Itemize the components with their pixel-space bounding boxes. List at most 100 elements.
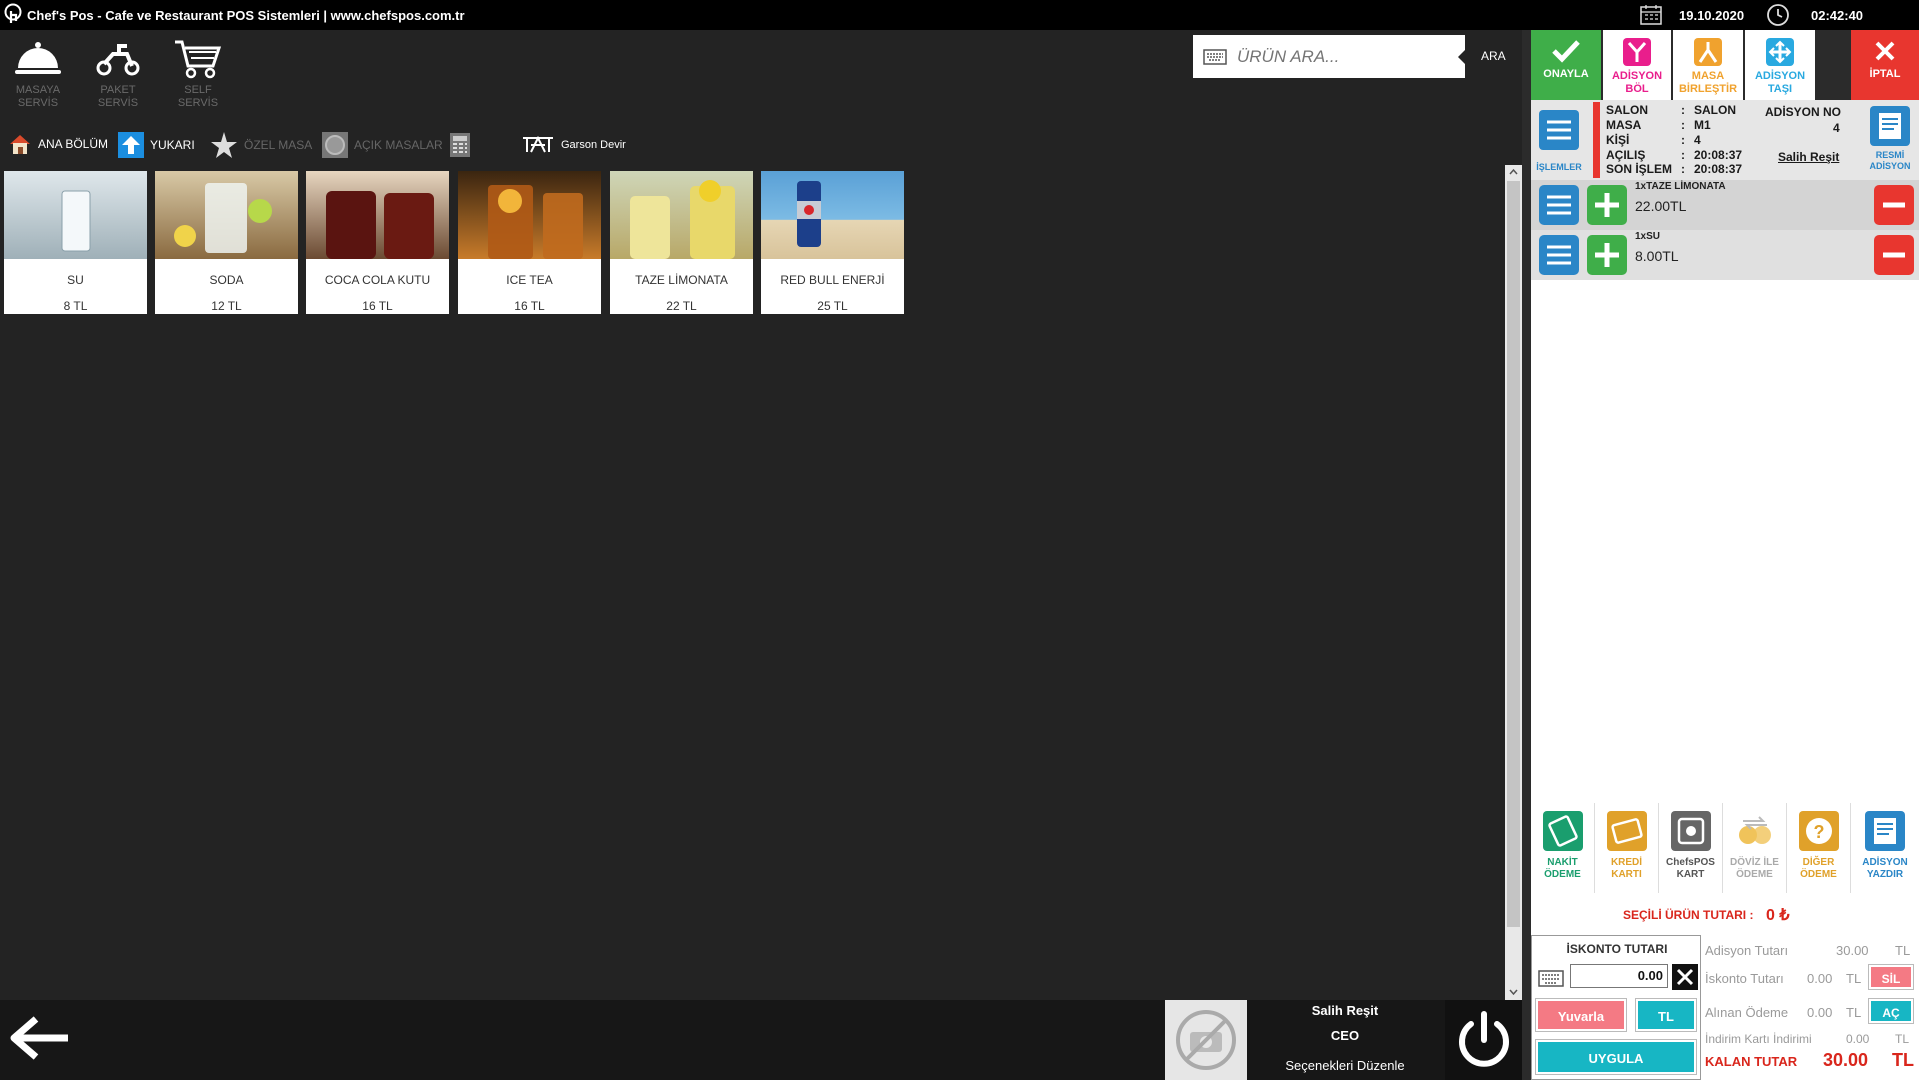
item-remove-button[interactable] xyxy=(1874,185,1914,225)
delete-discount-button[interactable]: SİL xyxy=(1869,965,1913,989)
currency-payment-button[interactable]: DÖVİZ İLE ÖDEME xyxy=(1723,803,1787,893)
product-card[interactable]: RED BULL ENERJİ 25 TL xyxy=(761,171,904,314)
item-add-button[interactable] xyxy=(1587,235,1627,275)
chefspos-card-label: ChefsPOS KART xyxy=(1666,857,1715,880)
arrow-up-icon xyxy=(118,132,144,158)
cancel-label: İPTAL xyxy=(1869,68,1901,80)
item-add-button[interactable] xyxy=(1587,185,1627,225)
power-button[interactable] xyxy=(1445,1000,1522,1080)
operations-label: İŞLEMLER xyxy=(1536,162,1582,172)
chefspos-card-button[interactable]: ChefsPOS KART xyxy=(1659,803,1723,893)
son-islem-key: SON İŞLEM xyxy=(1606,162,1673,176)
time-text: 02:42:40 xyxy=(1811,8,1864,23)
split-bill-button[interactable]: ADİSYON BÖL xyxy=(1603,30,1671,100)
user-name: Salih Reşit xyxy=(1311,1003,1379,1018)
discount-total-label: İskonto Tutarı xyxy=(1705,971,1784,986)
bill-total-value: 30.00 xyxy=(1836,943,1869,958)
acilis-value: 20:08:37 xyxy=(1694,148,1743,162)
open-payment-button[interactable]: AÇ xyxy=(1869,999,1913,1023)
item-menu-button[interactable] xyxy=(1539,235,1579,275)
search-input[interactable] xyxy=(1237,44,1452,70)
item-menu-button[interactable] xyxy=(1539,185,1579,225)
app-title: Chef's Pos - Cafe ve Restaurant POS Sist… xyxy=(27,8,465,23)
bill-total-label: Adisyon Tutarı xyxy=(1705,943,1789,958)
special-table-button[interactable]: ÖZEL MASA xyxy=(210,131,312,159)
waiter-transfer-button[interactable]: Garson Devir xyxy=(521,136,626,154)
cancel-button[interactable]: İPTAL xyxy=(1851,30,1919,100)
confirm-label: ONAYLA xyxy=(1543,68,1589,80)
search-box[interactable] xyxy=(1193,35,1465,78)
cash-payment-button[interactable]: NAKİT ÖDEME xyxy=(1531,803,1595,893)
product-name: SU xyxy=(67,273,84,287)
product-card[interactable]: SODA 12 TL xyxy=(155,171,298,314)
credit-card-button[interactable]: KREDİ KARTI xyxy=(1595,803,1659,893)
product-image xyxy=(4,171,147,259)
credit-card-label: KREDİ KARTI xyxy=(1610,857,1643,880)
operations-button[interactable]: İŞLEMLER xyxy=(1531,100,1587,180)
other-payment-button[interactable]: ? DİĞER ÖDEME xyxy=(1787,803,1851,893)
move-bill-button[interactable]: ADİSYON TAŞI xyxy=(1745,30,1815,100)
up-label: YUKARI xyxy=(150,138,195,152)
round-button[interactable]: Yuvarla xyxy=(1536,999,1626,1031)
table-service-button[interactable]: MASAYA SERVİS xyxy=(3,38,73,110)
merge-tables-button[interactable]: MASA BİRLEŞTİR xyxy=(1673,30,1743,100)
print-bill-button[interactable]: ADİSYON YAZDIR xyxy=(1851,803,1919,893)
package-service-button[interactable]: PAKET SERVİS xyxy=(83,38,153,110)
waiter-name: Salih Reşit xyxy=(1778,150,1840,164)
product-card[interactable]: SU 8 TL xyxy=(4,171,147,314)
tl-button[interactable]: TL xyxy=(1636,999,1696,1031)
bill-number: 4 xyxy=(1833,121,1840,135)
self-service-button[interactable]: SELF SERVİS xyxy=(163,38,233,110)
apply-button[interactable]: UYGULA xyxy=(1536,1040,1696,1074)
product-card[interactable]: TAZE LİMONATA 22 TL xyxy=(610,171,753,314)
confirm-button[interactable]: ONAYLA xyxy=(1531,30,1601,100)
item-remove-button[interactable] xyxy=(1874,235,1914,275)
discount-input[interactable]: 0.00 xyxy=(1570,964,1668,988)
scroll-up-icon[interactable] xyxy=(1509,168,1518,175)
cash-icon xyxy=(1542,811,1583,851)
calculator-icon[interactable] xyxy=(449,132,471,158)
official-bill-button[interactable]: RESMİ ADİSYON xyxy=(1861,100,1919,180)
product-card[interactable]: ICE TEA 16 TL xyxy=(458,171,601,314)
bill-number-label: ADİSYON NO xyxy=(1765,105,1842,119)
product-image xyxy=(610,171,753,259)
split-bill-label: ADİSYON BÖL xyxy=(1611,70,1663,95)
colon: : xyxy=(1681,118,1685,132)
plate-icon xyxy=(322,132,348,158)
waiter-transfer-label: Garson Devir xyxy=(561,139,626,151)
cash-payment-label: NAKİT ÖDEME xyxy=(1544,857,1581,880)
product-card[interactable]: COCA COLA KUTU 16 TL xyxy=(306,171,449,314)
close-icon xyxy=(1875,41,1895,61)
masa-key: MASA xyxy=(1606,118,1642,132)
scroll-down-icon[interactable] xyxy=(1509,989,1518,996)
order-item[interactable]: 1xSU 8.00TL xyxy=(1531,230,1919,280)
menu-icon xyxy=(1547,245,1571,265)
keyboard-icon[interactable] xyxy=(1538,968,1564,988)
back-arrow-icon[interactable] xyxy=(6,1013,72,1063)
home-label: ANA BÖLÜM xyxy=(38,137,109,151)
pos-card-icon xyxy=(1670,811,1711,851)
open-tables-button[interactable]: AÇIK MASALAR xyxy=(322,132,443,158)
up-button[interactable]: YUKARI xyxy=(118,132,195,158)
kisi-value: 4 xyxy=(1694,133,1701,147)
order-item[interactable]: 1xTAZE LİMONATA 22.00TL xyxy=(1531,180,1919,230)
merge-tables-label: MASA BİRLEŞTİR xyxy=(1678,70,1738,95)
split-icon xyxy=(1623,38,1651,66)
bill-total-unit: TL xyxy=(1895,943,1911,958)
clear-discount-button[interactable] xyxy=(1672,964,1698,990)
edit-options-link[interactable]: Seçenekleri Düzenle xyxy=(1250,1058,1440,1073)
discount-total-unit: TL xyxy=(1846,971,1862,986)
product-price: 16 TL xyxy=(362,299,393,313)
scooter-icon xyxy=(96,44,140,76)
product-price: 22 TL xyxy=(666,299,697,313)
search-button[interactable]: ARA xyxy=(1481,49,1506,63)
power-icon xyxy=(1459,1011,1509,1067)
print-icon xyxy=(1865,811,1905,851)
bill-info: İŞLEMLER SALON MASA KİŞİ AÇILIŞ SON İŞLE… xyxy=(1531,100,1919,180)
check-icon xyxy=(1552,40,1580,63)
product-scrollbar[interactable] xyxy=(1505,165,1522,1000)
scroll-thumb[interactable] xyxy=(1507,181,1520,927)
product-name: COCA COLA KUTU xyxy=(324,273,431,287)
home-button[interactable]: ANA BÖLÜM xyxy=(8,132,108,156)
selected-total-row: SEÇİLİ ÜRÜN TUTARI : 0 ₺ xyxy=(1531,893,1919,935)
